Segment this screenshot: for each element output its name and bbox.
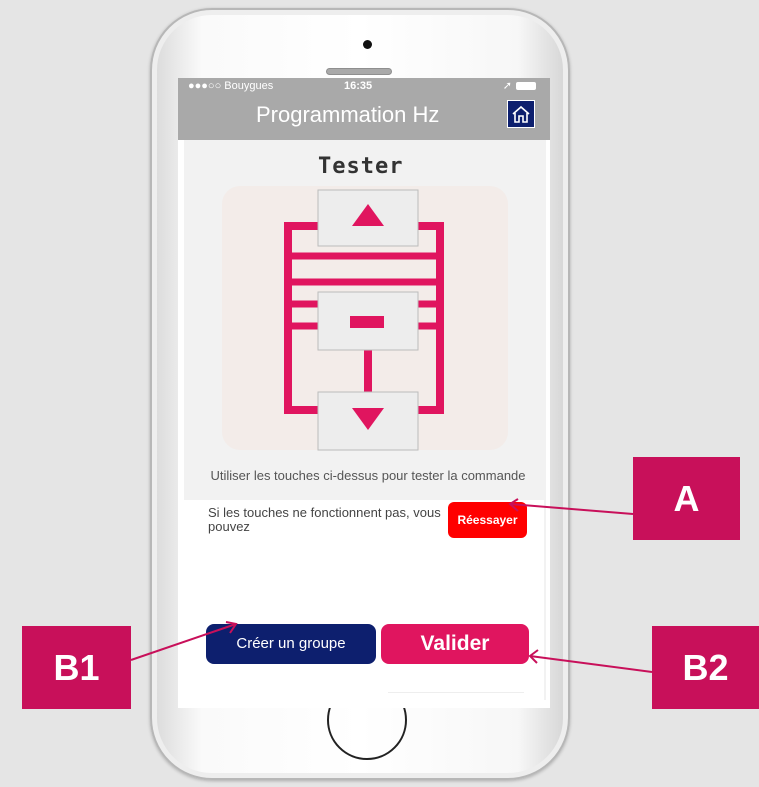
callout-a: A — [633, 457, 740, 540]
callout-b2: B2 — [652, 626, 759, 709]
callout-b1: B1 — [22, 626, 131, 709]
